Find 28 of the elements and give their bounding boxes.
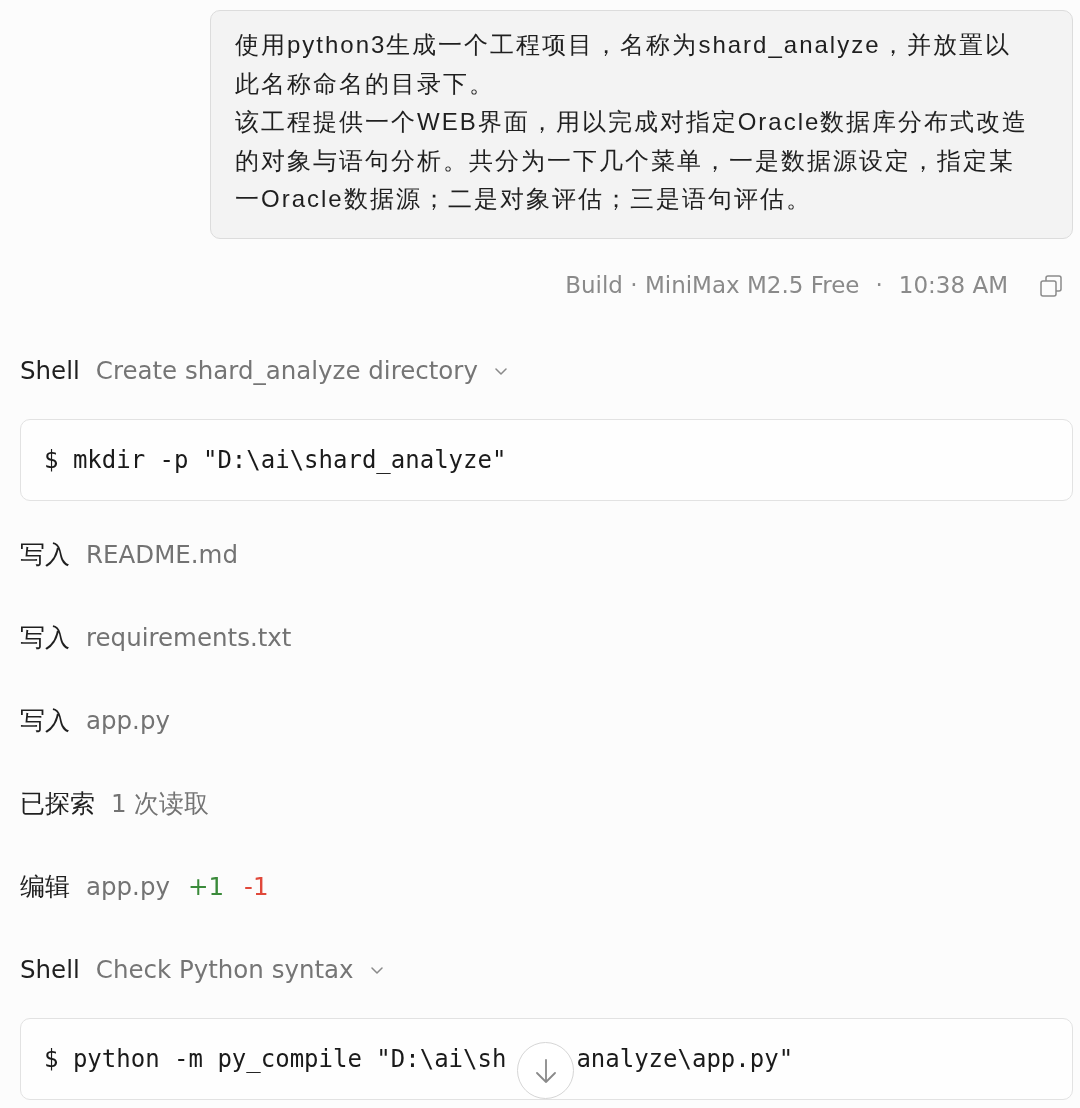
step-label: 写入 xyxy=(20,622,70,655)
added-count: +1 xyxy=(187,871,225,904)
command-text: $ mkdir -p "D:\ai\shard_analyze" xyxy=(44,444,507,476)
step-label: 写入 xyxy=(20,705,70,738)
step-target: requirements.txt xyxy=(86,622,292,655)
timestamp: 10:38 AM xyxy=(898,271,1008,301)
removed-count: -1 xyxy=(244,871,269,904)
step-label: 编辑 xyxy=(20,871,70,904)
step-target: app.py xyxy=(86,871,170,904)
meta-separator: · xyxy=(875,271,883,301)
step-target: 1 次读取 xyxy=(111,788,210,821)
chevron-down-icon[interactable] xyxy=(494,368,507,375)
command-text: $ python -m py_compile "D:\ai\sh xyxy=(44,1043,507,1075)
step-title: Check Python syntax xyxy=(95,954,354,987)
step-target: app.py xyxy=(86,705,170,738)
arrow-down-icon xyxy=(534,1058,557,1083)
step-label: Shell xyxy=(20,355,80,388)
chevron-down-icon[interactable] xyxy=(370,967,383,974)
model-label: Build · MiniMax M2.5 Free xyxy=(565,271,860,301)
step-label: Shell xyxy=(20,954,80,987)
step-title: Create shard_analyze directory xyxy=(95,355,478,388)
message-text: 使用python3生成一个工程项目，名称为shard_analyze，并放置以此名称命名的目录下。 xyxy=(235,30,1012,99)
step-label: 写入 xyxy=(20,539,70,572)
step-target: README.md xyxy=(86,539,238,572)
copy-icon[interactable] xyxy=(1040,274,1062,297)
message-text: 该工程提供一个WEB界面，用以完成对指定Oracle数据库分布式改造的对象与语句分析。共分为一下几个菜单，一是数据源设定，指定某一Oracle数据源；二是对象评估；三是语句评估。 xyxy=(235,107,1030,214)
step-label: 已探索 xyxy=(20,788,95,821)
command-text: analyze\app.py" xyxy=(576,1043,794,1075)
